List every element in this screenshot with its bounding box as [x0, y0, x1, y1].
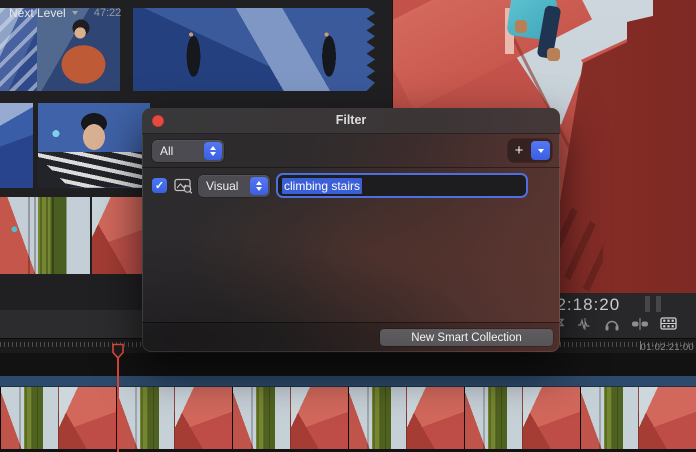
filmstrip-frame [406, 387, 464, 449]
app-screen: Next Level 47:22 02:18:20 [0, 0, 696, 452]
filmstrip-frame [290, 387, 348, 449]
chevron-up-down-icon [204, 142, 222, 160]
rule-type-dropdown[interactable]: Visual [198, 175, 270, 197]
audio-meters-icon[interactable] [645, 296, 661, 312]
audio-skimming-icon[interactable] [577, 317, 593, 331]
filter-header: All + [142, 134, 560, 168]
filmstrip-frame [464, 387, 522, 449]
playhead-line [117, 356, 119, 452]
solo-headphones-icon[interactable] [604, 317, 620, 331]
playhead[interactable] [111, 343, 125, 360]
ruler-timecode: 01:02:21:00 [641, 342, 695, 353]
filmstrip-frame [0, 387, 58, 449]
clip-thumbnail[interactable] [0, 103, 33, 188]
window-title: Filter [142, 113, 560, 127]
scope-dropdown[interactable]: All [152, 140, 224, 162]
clip-thumbnail[interactable] [38, 103, 150, 188]
clip-filmstrip [0, 387, 696, 449]
project-name: Next Level [9, 6, 66, 20]
clip-top-bar [0, 376, 696, 387]
add-rule-chevron-button[interactable] [531, 141, 550, 160]
filter-rule-row: ✓ Visual climbing stairs [142, 168, 560, 204]
filter-footer: New Smart Collection [142, 322, 560, 352]
search-input-selected-text: climbing stairs [282, 178, 362, 194]
filmstrip-frame [580, 387, 638, 449]
timeline-clip[interactable] [0, 376, 696, 449]
filmstrip-frame [116, 387, 174, 449]
chevron-up-down-icon [250, 177, 268, 195]
filmstrip-frame [348, 387, 406, 449]
image-search-icon [174, 178, 193, 194]
add-rule-group: + [508, 139, 552, 162]
filmstrip-frame [638, 387, 696, 449]
new-smart-collection-button[interactable]: New Smart Collection [380, 329, 553, 346]
filmstrip-frame [522, 387, 580, 449]
clip-thumbnail[interactable] [133, 8, 375, 91]
clip-appearance-icon[interactable] [660, 316, 677, 331]
timeline-view-controls [552, 316, 696, 331]
clip-thumbnail[interactable] [0, 8, 37, 91]
add-rule-button[interactable]: + [508, 140, 530, 161]
scope-dropdown-value: All [160, 144, 173, 158]
clip-thumbnail[interactable] [0, 197, 90, 274]
rule-type-value: Visual [206, 179, 238, 193]
snapping-icon[interactable] [631, 317, 649, 331]
project-name-button[interactable]: Next Level 47:22 [9, 6, 121, 20]
filter-body [142, 204, 560, 322]
filmstrip-frame [232, 387, 290, 449]
chevron-down-icon [72, 11, 78, 15]
filmstrip-frame [58, 387, 116, 449]
chevron-down-icon [538, 149, 544, 153]
window-titlebar[interactable]: Filter [142, 108, 560, 134]
clip-thumbnail[interactable] [37, 8, 120, 91]
search-input[interactable]: climbing stairs [276, 173, 528, 198]
viewer-person [501, 0, 576, 70]
filter-window: Filter All + ✓ [142, 108, 560, 352]
project-duration: 47:22 [94, 7, 122, 19]
filmstrip-frame [174, 387, 232, 449]
rule-enabled-checkbox[interactable]: ✓ [152, 178, 167, 193]
